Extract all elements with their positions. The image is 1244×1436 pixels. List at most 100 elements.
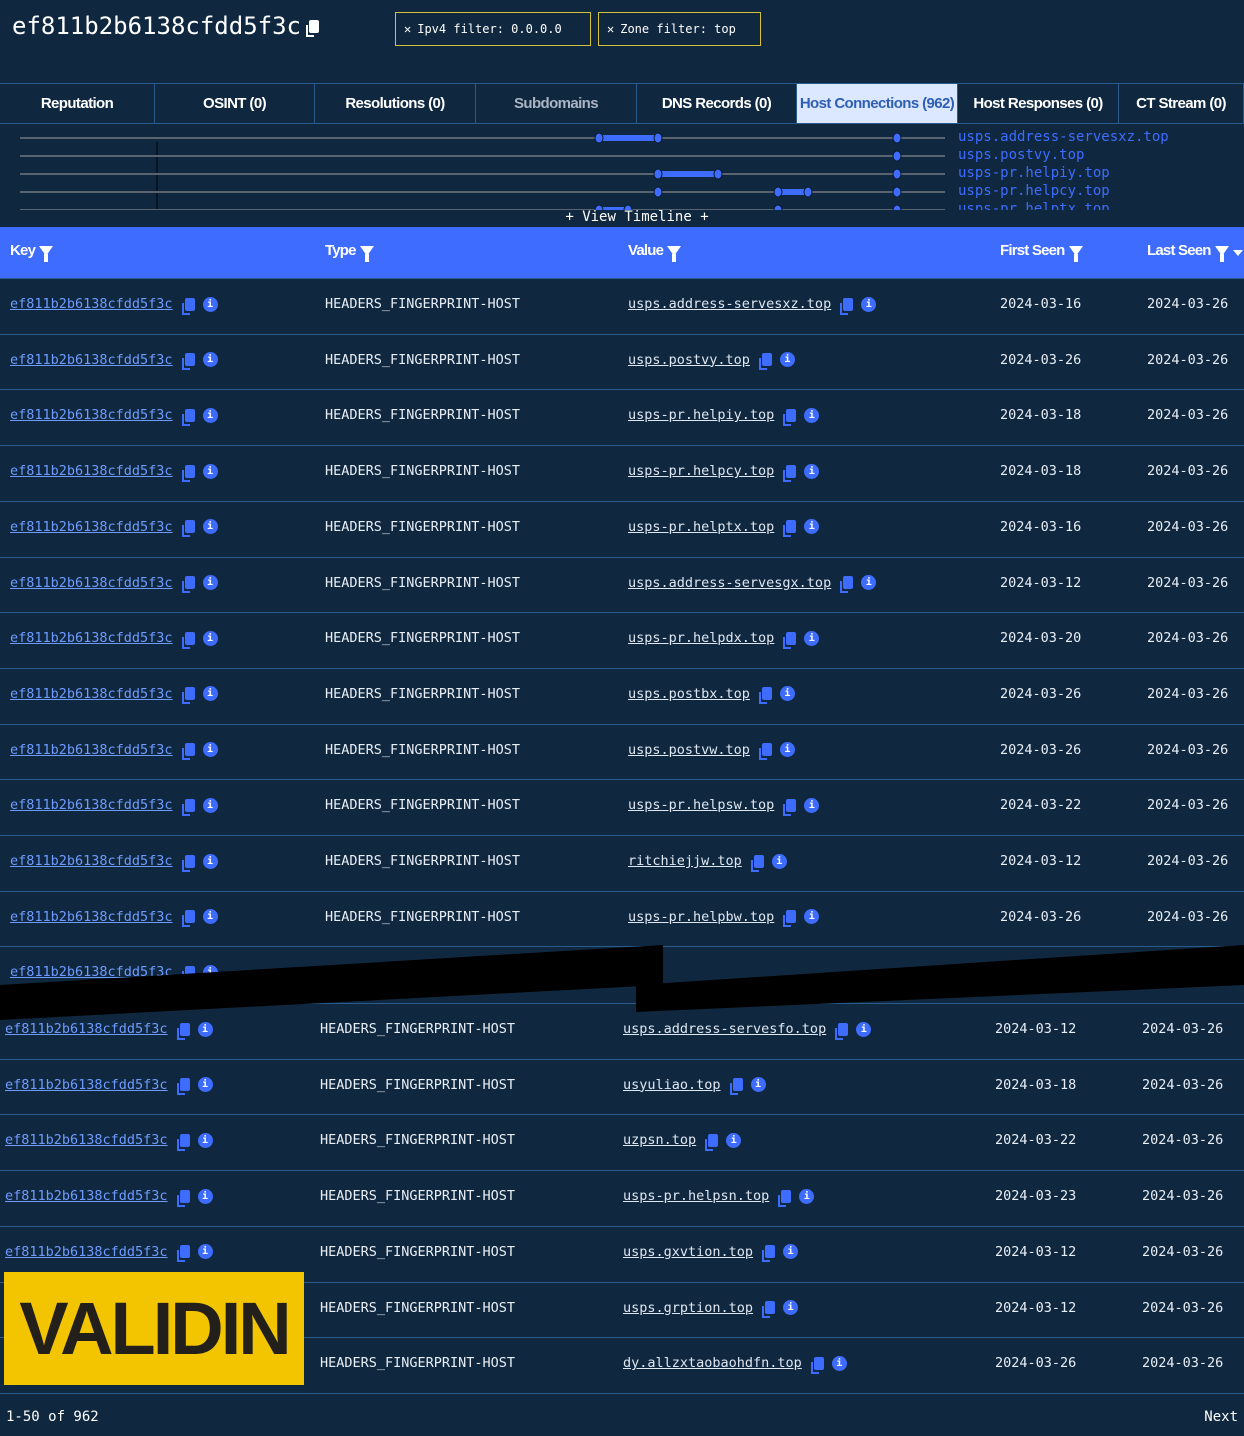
- tab-host-connections[interactable]: Host Connections (962): [797, 84, 958, 123]
- copy-icon[interactable]: [176, 1189, 190, 1207]
- info-icon[interactable]: i: [202, 407, 218, 423]
- copy-icon[interactable]: [783, 798, 797, 816]
- filter-icon[interactable]: [667, 245, 682, 262]
- copy-icon[interactable]: [705, 1133, 719, 1151]
- key-link[interactable]: ef811b2b6138cfdd5f3c: [5, 1132, 168, 1148]
- column-header-value[interactable]: Value: [628, 242, 682, 262]
- key-link[interactable]: ef811b2b6138cfdd5f3c: [5, 1077, 168, 1093]
- key-link[interactable]: ef811b2b6138cfdd5f3c: [10, 519, 173, 535]
- copy-icon[interactable]: [840, 576, 854, 593]
- info-icon[interactable]: i: [202, 909, 218, 925]
- info-icon[interactable]: i: [202, 575, 218, 590]
- tab-osint[interactable]: OSINT (0): [155, 84, 315, 123]
- key-link[interactable]: ef811b2b6138cfdd5f3c: [10, 797, 173, 813]
- info-icon[interactable]: i: [202, 853, 218, 869]
- filter-icon[interactable]: [359, 245, 374, 262]
- info-icon[interactable]: i: [197, 1077, 213, 1093]
- key-link[interactable]: ef811b2b6138cfdd5f3c: [5, 1188, 168, 1204]
- copy-icon[interactable]: [181, 631, 195, 649]
- table-row[interactable]: ef811b2b6138cfdd5f3c i HEADERS_FINGERPRINT…: [0, 333, 1244, 390]
- copy-icon[interactable]: [181, 798, 195, 816]
- key-link[interactable]: ef811b2b6138cfdd5f3c: [10, 742, 173, 758]
- table-row[interactable]: ef811b2b6138cfdd5f3c i HEADERS_FINGERPRINT…: [0, 278, 1244, 334]
- info-icon[interactable]: i: [861, 575, 877, 590]
- copy-icon[interactable]: [181, 854, 195, 872]
- info-icon[interactable]: i: [831, 1355, 847, 1371]
- tab-reputation[interactable]: Reputation: [0, 84, 155, 123]
- key-link[interactable]: ef811b2b6138cfdd5f3c: [10, 407, 173, 423]
- copy-icon[interactable]: [181, 576, 195, 593]
- value-link[interactable]: uzpsn.top: [623, 1132, 696, 1148]
- key-link[interactable]: ef811b2b6138cfdd5f3c: [10, 463, 173, 479]
- info-icon[interactable]: i: [197, 1188, 213, 1204]
- copy-icon[interactable]: [762, 1245, 776, 1263]
- copy-icon[interactable]: [176, 1245, 190, 1263]
- table-row[interactable]: ef811b2b6138cfdd5f3c i HEADERS_FINGERPRINT…: [0, 389, 1244, 445]
- table-row[interactable]: ef811b2b6138cfdd5f3c i HEADERS_FINGERPRINT…: [0, 500, 1244, 557]
- copy-icon[interactable]: [750, 854, 764, 872]
- copy-icon[interactable]: [176, 1022, 190, 1040]
- timeline-label[interactable]: usps-pr.helpcy.top: [958, 183, 1110, 199]
- table-row[interactable]: ef811b2b6138cfdd5f3c i HEADERS_FINGERPRINT…: [0, 779, 1244, 835]
- value-link[interactable]: usps.postvw.top: [628, 742, 750, 758]
- copy-icon[interactable]: [181, 743, 195, 761]
- info-icon[interactable]: i: [202, 630, 218, 646]
- close-icon[interactable]: ✕: [404, 22, 411, 36]
- info-icon[interactable]: i: [771, 853, 787, 869]
- key-link[interactable]: ef811b2b6138cfdd5f3c: [5, 1244, 168, 1260]
- value-link[interactable]: usps-pr.helpiy.top: [628, 407, 774, 423]
- copy-icon[interactable]: [783, 631, 797, 649]
- key-link[interactable]: ef811b2b6138cfdd5f3c: [10, 630, 173, 646]
- info-icon[interactable]: i: [804, 407, 820, 423]
- table-row[interactable]: ef811b2b6138cfdd5f3c i HEADERS_FINGERPRINT…: [0, 612, 1244, 668]
- sort-desc-icon[interactable]: [1232, 249, 1243, 256]
- timeline-label[interactable]: usps-pr.helpiy.top: [958, 165, 1110, 181]
- info-icon[interactable]: i: [861, 296, 877, 312]
- copy-icon[interactable]: [810, 1356, 824, 1374]
- value-link[interactable]: usps-pr.helpcy.top: [628, 463, 774, 479]
- filter-icon[interactable]: [1068, 245, 1083, 262]
- copy-icon[interactable]: [783, 408, 797, 426]
- key-link[interactable]: ef811b2b6138cfdd5f3c: [10, 686, 173, 702]
- column-header-first[interactable]: First Seen: [1000, 242, 1083, 262]
- value-link[interactable]: ritchiejjw.top: [628, 853, 742, 869]
- key-link[interactable]: ef811b2b6138cfdd5f3c: [10, 296, 173, 312]
- copy-icon[interactable]: [181, 520, 195, 538]
- table-row[interactable]: ef811b2b6138cfdd5f3c i HEADERS_FINGERPRINT…: [0, 890, 1244, 947]
- info-icon[interactable]: i: [804, 909, 820, 925]
- copy-icon[interactable]: [181, 687, 195, 705]
- table-row[interactable]: ef811b2b6138cfdd5f3c i HEADERS_FINGERPRINT…: [0, 835, 1244, 891]
- info-icon[interactable]: i: [804, 630, 820, 646]
- close-icon[interactable]: ✕: [607, 22, 614, 36]
- ipv4-filter-chip[interactable]: ✕ Ipv4 filter: 0.0.0.0: [395, 12, 591, 46]
- tab-ct-stream[interactable]: CT Stream (0): [1119, 84, 1244, 123]
- info-icon[interactable]: i: [202, 797, 218, 813]
- value-link[interactable]: usps.grption.top: [623, 1300, 753, 1316]
- table-row[interactable]: ef811b2b6138cfdd5f3c i HEADERS_FINGERPRINT…: [0, 723, 1244, 780]
- key-link[interactable]: ef811b2b6138cfdd5f3c: [5, 1021, 168, 1037]
- copy-icon[interactable]: [758, 687, 772, 705]
- info-icon[interactable]: i: [804, 797, 820, 813]
- filter-icon[interactable]: [1214, 245, 1229, 262]
- value-link[interactable]: usps-pr.helpdx.top: [628, 630, 774, 646]
- copy-icon[interactable]: [783, 464, 797, 482]
- copy-icon[interactable]: [835, 1022, 849, 1040]
- table-row[interactable]: ef811b2b6138cfdd5f3c i HEADERS_FINGERPRINT…: [0, 1170, 1244, 1226]
- value-link[interactable]: dy.allzxtaobaohdfn.top: [623, 1355, 802, 1371]
- copy-icon[interactable]: [181, 353, 195, 371]
- info-icon[interactable]: i: [726, 1132, 742, 1148]
- tab-resolutions[interactable]: Resolutions (0): [315, 84, 476, 123]
- info-icon[interactable]: i: [202, 519, 218, 535]
- tab-dns-records[interactable]: DNS Records (0): [637, 84, 797, 123]
- info-icon[interactable]: i: [783, 1300, 799, 1315]
- table-row[interactable]: ef811b2b6138cfdd5f3c i HEADERS_FINGERPRINT…: [0, 667, 1244, 724]
- copy-icon[interactable]: [783, 520, 797, 538]
- copy-icon[interactable]: [783, 910, 797, 928]
- column-header-key[interactable]: Key: [10, 242, 54, 262]
- tab-subdomains[interactable]: Subdomains: [476, 84, 637, 123]
- copy-icon[interactable]: [181, 910, 195, 928]
- timeline-label[interactable]: usps.postvy.top: [958, 147, 1084, 163]
- filter-icon[interactable]: [39, 245, 54, 262]
- copy-icon[interactable]: [176, 1133, 190, 1151]
- info-icon[interactable]: i: [202, 742, 218, 758]
